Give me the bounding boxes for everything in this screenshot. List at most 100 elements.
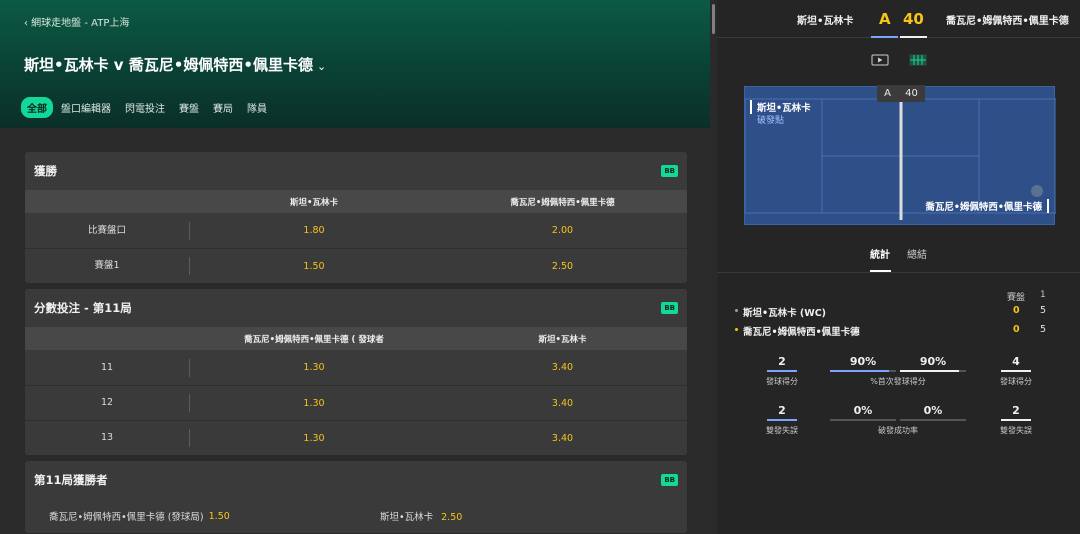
odds-button[interactable]: 1.80 (190, 225, 438, 236)
stat-bar (830, 370, 896, 372)
tab-summary[interactable]: 總結 (907, 246, 927, 261)
match-header: ‹ 網球走地盤 - ATP上海 斯坦•瓦林卡 v 喬瓦尼•姆佩特西•佩里卡德 ⌄ … (0, 0, 710, 128)
odds-button[interactable]: 1.30 (190, 433, 438, 444)
serve-dot (735, 328, 738, 331)
odds-button[interactable]: 2.50 (441, 512, 462, 523)
break-point-label: 破發點 (757, 116, 785, 126)
stat-double-faults-right: 2 雙發失誤 (996, 404, 1036, 436)
row-label: 比賽盤口 (25, 221, 190, 240)
player-points: 0 (1013, 305, 1020, 316)
odds-button[interactable]: 1.50 (190, 261, 438, 272)
player2-indicator (900, 36, 927, 38)
odds-button[interactable]: 1.50 (209, 511, 230, 522)
selection-label: 喬瓦尼•姆佩特西•佩里卡德 (發球局) (49, 512, 204, 523)
market-header[interactable]: 分數投注 - 第11局 BB (25, 289, 687, 327)
tab-players[interactable]: 隊員 (241, 97, 273, 118)
stat-value: 2 (778, 355, 786, 368)
scrollbar-thumb[interactable] (712, 4, 715, 34)
odds-button[interactable]: 3.40 (438, 433, 687, 444)
row-label: 11 (25, 358, 190, 377)
player-sets: 5 (1040, 305, 1047, 316)
player-name: 斯坦•瓦林卡 (WC) (743, 308, 827, 319)
stat-bar (1001, 419, 1031, 421)
match-title-text: 斯坦•瓦林卡 v 喬瓦尼•姆佩特西•佩里卡德 (24, 56, 313, 74)
court-score-chip: A 40 (877, 85, 925, 102)
tab-games[interactable]: 賽局 (207, 97, 239, 118)
market-title: 獲勝 (34, 164, 57, 178)
odds-button[interactable]: 1.30 (190, 398, 438, 409)
player-points: 0 (1013, 324, 1020, 335)
tab-all[interactable]: 全部 (21, 97, 53, 118)
tab-stats[interactable]: 統計 (870, 246, 890, 261)
row-label: 12 (25, 394, 190, 412)
stat-bar-fill (1001, 370, 1031, 372)
player1-name: 斯坦•瓦林卡 (797, 16, 854, 27)
stats-player-row: 喬瓦尼•姆佩特西•佩里卡德 (735, 324, 860, 338)
stat-label: 發球得分 (766, 377, 798, 386)
selection-item: 斯坦•瓦林卡 2.50 (380, 509, 462, 523)
stat-double-faults-left: 2 雙發失誤 (762, 404, 802, 436)
player-sets: 5 (1040, 324, 1047, 335)
stat-bar-fill (900, 370, 960, 372)
view-toggle (871, 51, 927, 66)
winner-selection-row: 喬瓦尼•姆佩特西•佩里卡德 (發球局) 1.50 斯坦•瓦林卡 2.50 (25, 499, 687, 533)
stats-tabs: 統計 總結 (717, 243, 1080, 273)
stat-label: 發球得分 (1000, 377, 1032, 386)
video-icon[interactable] (871, 51, 889, 66)
column-headers: 喬瓦尼•姆佩特西•佩里卡德 ( 發球者 斯坦•瓦林卡 (25, 327, 687, 350)
match-title[interactable]: 斯坦•瓦林卡 v 喬瓦尼•姆佩特西•佩里卡德 ⌄ (24, 54, 326, 75)
market-title: 第11局獲勝者 (34, 473, 108, 487)
tab-flash-bet[interactable]: 閃電投注 (119, 97, 171, 118)
court-visualization: A 40 斯坦•瓦林卡 破發點 喬瓦尼•姆佩特西•佩里卡德 (744, 85, 1056, 225)
market-row: 11 1.30 3.40 (25, 350, 687, 385)
stat-aces-right: 4 發球得分 (996, 355, 1036, 387)
stat-break-points: 0% 0% 破發成功率 (830, 404, 966, 436)
stat-bar-fill (767, 419, 797, 421)
scrollbar[interactable] (710, 0, 717, 534)
court-player-top: 斯坦•瓦林卡 (750, 100, 811, 114)
market-title: 分數投注 - 第11局 (34, 301, 132, 315)
chip-score-a: A (884, 88, 891, 99)
odds-button[interactable]: 3.40 (438, 398, 687, 409)
stat-label: %首次發球得分 (870, 377, 926, 386)
market-header[interactable]: 獲勝 BB (25, 152, 687, 190)
column-headers: 斯坦•瓦林卡 喬瓦尼•姆佩特西•佩里卡德 (25, 190, 687, 213)
bet-builder-badge: BB (661, 474, 678, 486)
court-player-bottom: 喬瓦尼•姆佩特西•佩里卡德 (925, 199, 1049, 213)
stat-bar (1001, 370, 1031, 372)
row-label: 賽盤1 (25, 257, 190, 275)
stat-bar (767, 370, 797, 372)
odds-button[interactable]: 2.00 (438, 225, 687, 236)
chip-score-40: 40 (905, 88, 918, 99)
stats-player-row: 斯坦•瓦林卡 (WC) (735, 305, 827, 319)
breadcrumb[interactable]: ‹ 網球走地盤 - ATP上海 (24, 14, 129, 29)
tab-sets[interactable]: 賽盤 (173, 97, 205, 118)
tab-bet-builder[interactable]: 盤口編輯器 (55, 97, 117, 118)
selection-label: 斯坦•瓦林卡 (380, 512, 434, 523)
market-game-winner: 第11局獲勝者 BB 喬瓦尼•姆佩特西•佩里卡德 (發球局) 1.50 斯坦•瓦… (25, 461, 687, 533)
market-row: 比賽盤口 1.80 2.00 (25, 213, 687, 248)
stat-bar-fill (830, 370, 890, 372)
odds-button[interactable]: 1.30 (190, 362, 438, 373)
stat-bar (900, 370, 966, 372)
odds-button[interactable]: 2.50 (438, 261, 687, 272)
markets-panel: ‹ 網球走地盤 - ATP上海 斯坦•瓦林卡 v 喬瓦尼•姆佩特西•佩里卡德 ⌄ … (0, 0, 710, 534)
stat-value: 0% (923, 404, 943, 417)
chevron-down-icon: ⌄ (317, 60, 327, 73)
market-point-betting: 分數投注 - 第11局 BB 喬瓦尼•姆佩特西•佩里卡德 ( 發球者 斯坦•瓦林… (25, 289, 687, 455)
column-header: 斯坦•瓦林卡 (290, 197, 338, 208)
column-header: 喬瓦尼•姆佩特西•佩里卡德 (510, 197, 615, 208)
market-tabs: 全部 盤口編輯器 閃電投注 賽盤 賽局 隊員 (21, 97, 275, 118)
odds-button[interactable]: 3.40 (438, 362, 687, 373)
player2-name: 喬瓦尼•姆佩特西•佩里卡德 (946, 16, 1069, 27)
stat-first-serve: 90% 90% %首次發球得分 (830, 355, 966, 387)
bet-builder-badge: BB (661, 165, 678, 177)
stat-value: 90% (919, 355, 947, 368)
stat-bar-fill (767, 370, 797, 372)
player1-indicator (871, 36, 898, 38)
court-icon[interactable] (909, 51, 927, 66)
stat-values: 0% 0% (830, 404, 966, 417)
set-number: 1 (1040, 290, 1046, 300)
player2-game-score: 40 (903, 10, 924, 28)
market-header[interactable]: 第11局獲勝者 BB (25, 461, 687, 499)
